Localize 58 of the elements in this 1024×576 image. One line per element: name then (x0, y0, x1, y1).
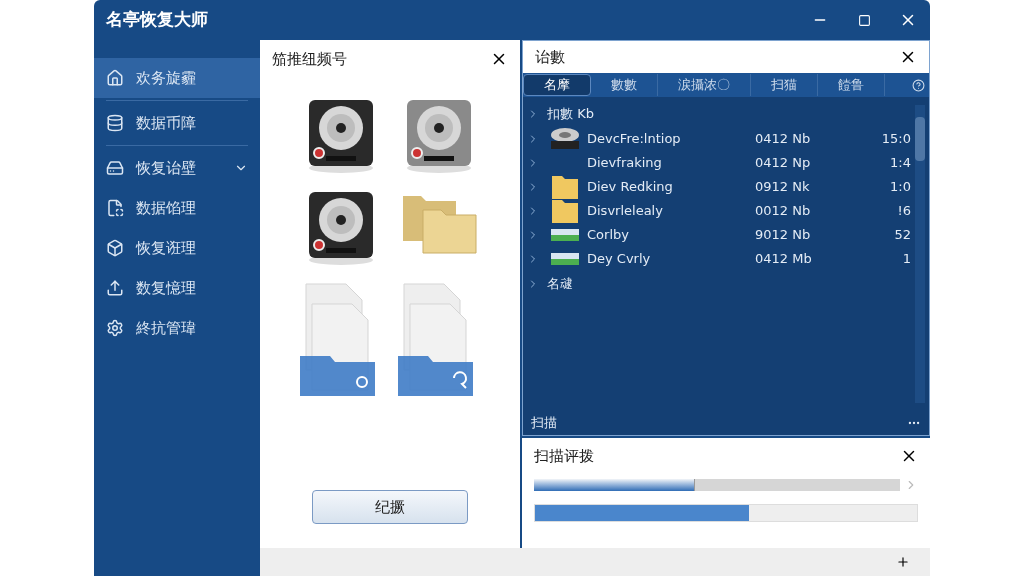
sidebar-item[interactable]: 欢务旋霾 (94, 58, 260, 98)
tree-group-label[interactable]: 名叇 (543, 274, 573, 294)
sidebar-icon (106, 159, 124, 177)
file-count: 1:4 (889, 154, 912, 173)
folder-icon (551, 174, 579, 200)
panel-title: 笳推纽频号 (272, 48, 348, 70)
drive-icon (550, 252, 580, 266)
panel-title: 扫描评拨 (534, 445, 595, 467)
status-label: 扫描 (531, 414, 558, 433)
sidebar-item[interactable]: 終抗管瑋 (94, 308, 260, 348)
hard-drive-icon (306, 98, 376, 174)
add-icon[interactable] (896, 555, 910, 569)
file-count: 52 (893, 226, 912, 245)
file-size: 9012 Nb (755, 226, 812, 245)
hard-drive-icon (306, 190, 376, 266)
help-icon[interactable] (912, 78, 925, 92)
file-count: 1 (901, 250, 912, 269)
file-count: 15:0 (880, 130, 912, 149)
panel-title: 诒數 (535, 46, 566, 68)
sidebar-item[interactable]: 数据馅理 (94, 188, 260, 228)
sidebar-icon (106, 114, 124, 132)
sidebar-icon (106, 199, 124, 217)
tab[interactable]: 涙攝浓〇 (658, 74, 751, 96)
scan-slider[interactable] (534, 479, 900, 491)
file-size: 0912 Nk (755, 178, 811, 197)
file-name[interactable]: DevcFre:lntiop (587, 129, 755, 149)
scrollbar[interactable] (915, 105, 925, 403)
file-size: 0412 Nb (755, 130, 812, 149)
sidebar-item[interactable]: 恢复诳理 (94, 228, 260, 268)
file-name[interactable]: Diev Redking (587, 177, 755, 197)
scan-button[interactable]: 纪撅 (312, 490, 468, 524)
tree-group-label[interactable]: 扣數 Kb (543, 104, 594, 124)
drive-icon (550, 228, 580, 242)
file-name[interactable]: Corlby (587, 225, 755, 245)
file-count: 1:0 (889, 178, 912, 197)
file-size: 0412 Mb (755, 250, 813, 269)
file-size: 0012 Nb (755, 202, 812, 221)
sidebar-icon (106, 319, 124, 337)
tab[interactable]: 名摩 (523, 74, 591, 96)
sidebar-item[interactable]: 数复憶理 (94, 268, 260, 308)
tab[interactable]: 數數 (591, 74, 658, 96)
file-name[interactable]: Disvrlelealy (587, 201, 755, 221)
file-count: !6 (896, 202, 912, 221)
tab[interactable]: 扫猫 (751, 74, 818, 96)
file-name[interactable]: Dievfraking (587, 153, 755, 173)
hard-drive-icon (404, 98, 474, 174)
sidebar-icon (106, 239, 124, 257)
sidebar-item[interactable]: 数据币障 (94, 103, 260, 143)
file-name[interactable]: Dey Cvrly (587, 249, 755, 269)
window-title: 名亭恢复大师 (106, 8, 209, 32)
folder-icon (551, 198, 579, 224)
sidebar-icon (106, 69, 124, 87)
maximize-icon[interactable] (857, 13, 871, 27)
tab[interactable]: 饐鲁 (818, 74, 885, 96)
hard-drive-icon (550, 127, 580, 151)
file-size: 0412 Np (755, 154, 812, 173)
sidebar-item[interactable]: 恢复诒壁 (94, 148, 260, 188)
sidebar-icon (106, 279, 124, 297)
